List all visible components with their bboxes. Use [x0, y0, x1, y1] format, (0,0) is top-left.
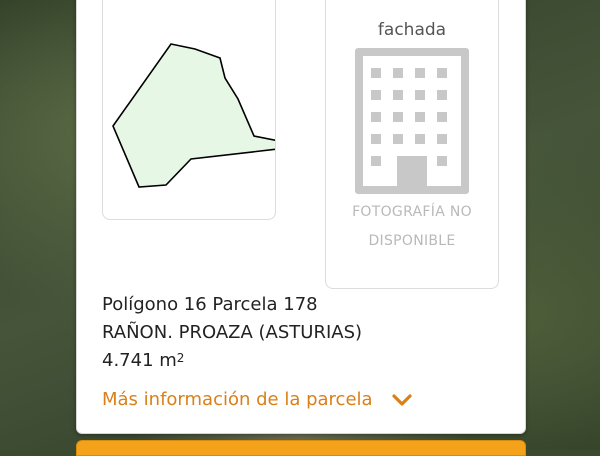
parcel-shape-icon [112, 43, 275, 188]
building-icon [355, 48, 469, 194]
photo-unavailable-line1: FOTOGRAFÍA NO [352, 204, 472, 220]
more-info-link[interactable]: Más información de la parcela [102, 389, 413, 410]
parcel-area-unit-sup: 2 [176, 351, 185, 365]
parcel-location: RAÑON. PROAZA (ASTURIAS) [102, 322, 363, 343]
parcel-info: Polígono 16 Parcela 178 RAÑON. PROAZA (A… [102, 291, 362, 375]
parcel-area-value: 4.741 m [102, 350, 177, 371]
facade-photo-panel: fachada FOTOGRAFÍA NO DISPONIBLE [325, 0, 499, 289]
parcel-plot-thumbnail[interactable] [102, 0, 276, 220]
parcel-reference: Polígono 16 Parcela 178 [102, 294, 318, 315]
parcel-area: 4.741 m2 [102, 347, 362, 375]
photo-unavailable-text: FOTOGRAFÍA NO DISPONIBLE [326, 198, 498, 256]
parcel-card: fachada FOTOGRAFÍA NO DISPONIBLE Polígon… [76, 0, 526, 434]
action-button[interactable] [76, 440, 526, 456]
chevron-down-icon [391, 393, 412, 406]
more-info-label: Más información de la parcela [102, 389, 373, 410]
photo-unavailable-line2: DISPONIBLE [368, 233, 456, 249]
facade-title: fachada [377, 20, 447, 40]
